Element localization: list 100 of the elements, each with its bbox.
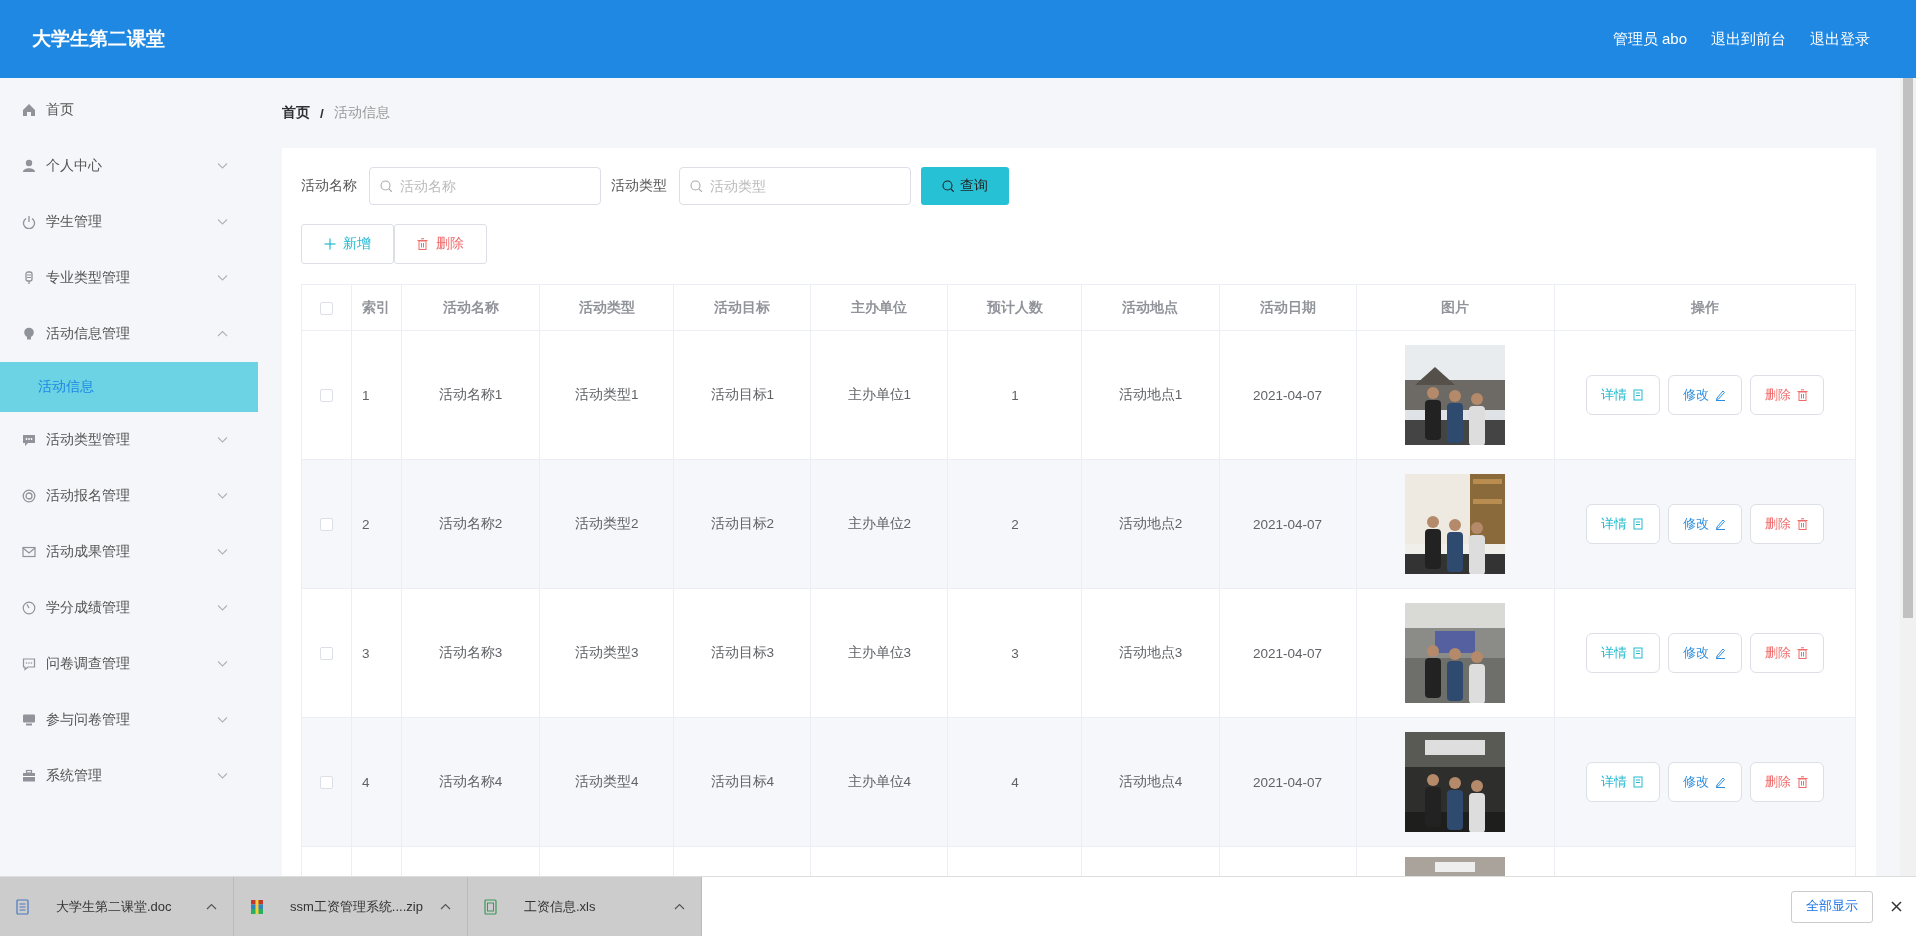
table-cell: 活动名称2: [438, 516, 503, 531]
table-cell: 1: [362, 387, 370, 403]
edit-button[interactable]: 修改: [1667, 375, 1742, 415]
column-header: 图片: [1441, 299, 1470, 315]
column-header: 活动日期: [1259, 299, 1316, 315]
search-icon: [690, 180, 702, 192]
table-cell: 主办单位3: [847, 645, 912, 660]
field-label: 活动类型: [611, 177, 667, 195]
trash-icon: [1796, 518, 1809, 530]
column-header: 活动名称: [442, 299, 499, 315]
document-icon: [1632, 389, 1645, 401]
scrollbar[interactable]: [1900, 78, 1916, 876]
column-header: 活动目标: [714, 299, 771, 315]
delete-button[interactable]: 删除: [1749, 633, 1824, 673]
document-icon: [1632, 776, 1645, 788]
table-cell: 4: [1011, 774, 1019, 790]
table-cell: 2021-04-07: [1253, 774, 1323, 790]
breadcrumb-item: 活动信息: [333, 104, 390, 122]
plus-icon: [324, 238, 336, 250]
menu-item[interactable]: 活动信息管理: [0, 306, 258, 362]
table-cell: 活动类型4: [574, 774, 639, 789]
search-icon: [380, 180, 392, 192]
trash-icon: [1796, 647, 1809, 659]
menu-item[interactable]: 个人中心: [0, 138, 258, 194]
edit-button[interactable]: 修改: [1667, 504, 1742, 544]
column-header: 活动类型: [578, 299, 635, 315]
menu-item[interactable]: 学生管理: [0, 194, 258, 250]
search-button[interactable]: 查询: [921, 167, 1009, 205]
table-cell: 活动地点3: [1118, 645, 1183, 660]
menu-item[interactable]: 活动报名管理: [0, 468, 258, 524]
add-button[interactable]: 新增: [301, 224, 394, 264]
menu-item[interactable]: 参与问卷管理: [0, 692, 258, 748]
table-cell: 活动目标3: [710, 645, 774, 660]
breadcrumb-item[interactable]: 首页: [282, 104, 310, 122]
download-item[interactable]: 大学生第二课堂.doc: [0, 877, 234, 936]
home-icon: [22, 103, 36, 117]
menu-item[interactable]: 问卷调查管理: [0, 636, 258, 692]
detail-button[interactable]: 详情: [1585, 762, 1660, 802]
column-header: 主办单位: [851, 299, 908, 315]
delete-button[interactable]: 删除: [394, 224, 487, 264]
table-cell: 主办单位2: [847, 516, 912, 531]
envelope-icon: [22, 545, 36, 559]
microphone-icon: [22, 271, 36, 285]
menu-item[interactable]: 专业类型管理: [0, 250, 258, 306]
delete-button[interactable]: 删除: [1749, 762, 1824, 802]
close-icon[interactable]: [1891, 901, 1902, 912]
detail-button[interactable]: 详情: [1585, 504, 1660, 544]
gauge-icon: [22, 601, 36, 615]
document-icon: [1632, 518, 1645, 530]
column-header: 活动地点: [1122, 299, 1179, 315]
checkbox[interactable]: [320, 518, 333, 532]
table-cell: 活动地点4: [1118, 774, 1183, 789]
field-label: 活动名称: [301, 177, 357, 195]
menu-item[interactable]: 活动类型管理: [0, 412, 258, 468]
table-cell: 3: [1011, 645, 1019, 661]
download-item[interactable]: ssm工资管理系统....zip: [234, 877, 468, 936]
search-field[interactable]: 活动名称: [369, 167, 601, 205]
download-item[interactable]: 工资信息.xls: [468, 877, 702, 936]
chevron-up-icon: [440, 902, 451, 911]
person-icon: [22, 159, 36, 173]
table-cell: 活动名称1: [438, 387, 503, 402]
pencil-icon: [1714, 389, 1727, 401]
table-cell: 活动类型1: [574, 387, 639, 402]
archive-icon: [250, 898, 264, 915]
delete-button[interactable]: 删除: [1749, 504, 1824, 544]
menu-item[interactable]: 系统管理: [0, 748, 258, 804]
detail-button[interactable]: 详情: [1585, 633, 1660, 673]
table-cell: 主办单位4: [847, 774, 912, 789]
checkbox[interactable]: [320, 776, 333, 790]
show-all-button[interactable]: 全部显示: [1791, 890, 1873, 923]
column-header: 索引: [362, 299, 391, 315]
menu-item[interactable]: 活动成果管理: [0, 524, 258, 580]
table-cell: 3: [362, 645, 370, 661]
file-icon: [484, 898, 498, 915]
table-cell: 2021-04-07: [1253, 387, 1323, 403]
checkbox[interactable]: [320, 389, 333, 403]
checkbox[interactable]: [320, 647, 333, 661]
header-link[interactable]: 退出到前台: [1711, 29, 1786, 49]
table-cell: 活动类型3: [574, 645, 639, 660]
edit-button[interactable]: 修改: [1667, 762, 1742, 802]
detail-button[interactable]: 详情: [1585, 375, 1660, 415]
pencil-icon: [1714, 647, 1727, 659]
table-cell: 2021-04-07: [1253, 645, 1323, 661]
table-cell: 活动名称3: [438, 645, 503, 660]
table-cell: 活动目标4: [710, 774, 774, 789]
column-header: 操作: [1690, 299, 1719, 315]
pencil-icon: [1714, 776, 1727, 788]
edit-button[interactable]: 修改: [1667, 633, 1742, 673]
briefcase-icon: [22, 769, 36, 783]
header-link[interactable]: 退出登录: [1810, 29, 1870, 49]
pencil-icon: [1714, 518, 1727, 530]
menu-item[interactable]: 学分成绩管理: [0, 580, 258, 636]
app-title: 大学生第二课堂: [32, 27, 166, 51]
table-cell: 活动名称4: [438, 774, 503, 789]
menu-item[interactable]: 首页: [0, 82, 258, 138]
search-field[interactable]: 活动类型: [679, 167, 911, 205]
checkbox[interactable]: [320, 301, 333, 315]
table-cell: 2021-04-07: [1253, 516, 1323, 532]
trash-icon: [1796, 776, 1809, 788]
delete-button[interactable]: 删除: [1749, 375, 1824, 415]
